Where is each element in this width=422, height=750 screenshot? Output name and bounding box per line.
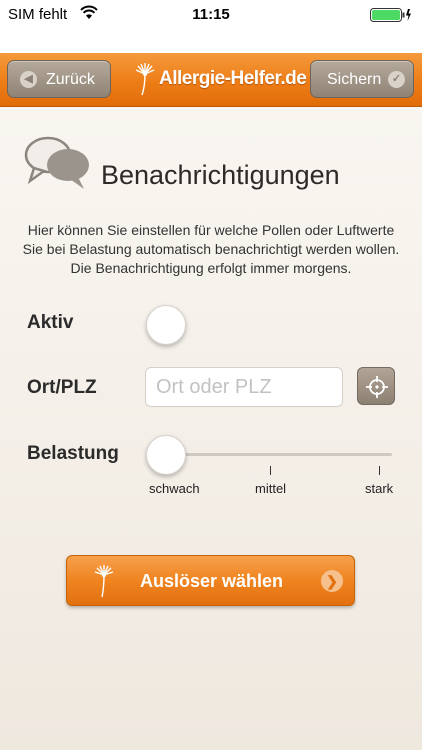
page-title: Benachrichtigungen xyxy=(101,160,340,190)
slider-tick xyxy=(379,466,380,475)
chevron-right-icon: ❯ xyxy=(321,570,343,592)
tick-label-stark: stark xyxy=(365,481,394,496)
trigger-select-label: Auslöser wählen xyxy=(139,571,284,591)
ort-input[interactable] xyxy=(145,367,343,407)
belastung-slider-track[interactable] xyxy=(164,453,392,456)
dandelion-icon xyxy=(133,62,157,101)
trigger-select-button[interactable]: Auslöser wählen ❯ xyxy=(66,555,355,606)
clock: 11:15 xyxy=(192,6,230,23)
back-arrow-icon: ◀ xyxy=(20,71,37,88)
locate-button[interactable] xyxy=(357,367,395,405)
aktiv-label: Aktiv xyxy=(27,312,74,333)
description-text: Hier können Sie einstellen für welche Po… xyxy=(22,222,400,276)
slider-tick xyxy=(270,466,271,475)
back-button[interactable]: ◀ Zurück xyxy=(7,60,111,98)
back-button-label: Zurück xyxy=(46,71,95,88)
ort-label: Ort/PLZ xyxy=(27,377,97,398)
aktiv-toggle[interactable] xyxy=(146,305,186,345)
checkmark-icon: ✓ xyxy=(388,71,405,88)
content-area xyxy=(0,107,422,750)
belastung-label: Belastung xyxy=(27,443,119,464)
tick-label-schwach: schwach xyxy=(149,481,200,496)
battery-icon xyxy=(370,8,412,22)
save-button-label: Sichern xyxy=(327,71,382,88)
speech-bubbles-icon xyxy=(24,133,92,200)
save-button[interactable]: Sichern ✓ xyxy=(310,60,414,98)
status-spacer xyxy=(0,30,422,53)
brand-text: Allergie-Helfer.de xyxy=(159,68,307,89)
belastung-slider-thumb[interactable] xyxy=(146,435,186,475)
status-bar: SIM fehlt 11:15 xyxy=(0,0,422,30)
tick-label-mittel: mittel xyxy=(255,481,287,496)
